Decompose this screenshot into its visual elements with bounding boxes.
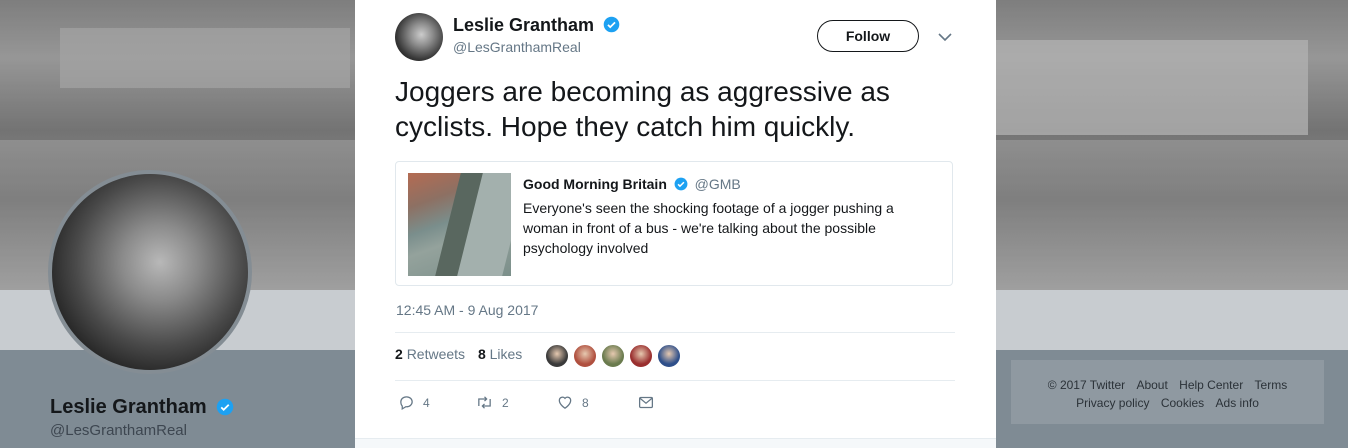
profile-avatar[interactable] xyxy=(48,170,252,374)
footer-link-cookies[interactable]: Cookies xyxy=(1161,396,1204,410)
footer-copyright: © 2017 Twitter xyxy=(1047,378,1126,392)
quoted-tweet-card[interactable]: Good Morning Britain @GMB Everyone's see… xyxy=(395,161,953,286)
retweets-label: Retweets xyxy=(406,346,466,362)
envelope-icon xyxy=(638,396,654,409)
profile-handle[interactable]: @LesGranthamReal xyxy=(50,422,187,439)
liker-avatar[interactable] xyxy=(657,344,681,368)
footer-link-privacy[interactable]: Privacy policy xyxy=(1076,396,1149,410)
footer-panel: © 2017 Twitter About Help Center Terms P… xyxy=(1011,360,1324,424)
author-handle[interactable]: @LesGranthamReal xyxy=(453,39,581,55)
footer-link-ads-info[interactable]: Ads info xyxy=(1216,396,1259,410)
like-count: 8 xyxy=(582,396,589,410)
liker-avatar[interactable] xyxy=(573,344,597,368)
quoted-author: Good Morning Britain @GMB xyxy=(523,176,741,194)
profile-name[interactable]: Leslie Grantham xyxy=(50,396,234,422)
retweets-count: 2 xyxy=(395,346,403,362)
reply-icon xyxy=(400,396,413,411)
footer-link-about[interactable]: About xyxy=(1136,378,1167,392)
liker-avatar[interactable] xyxy=(629,344,653,368)
likes-stat[interactable]: 8 Likes xyxy=(478,346,522,362)
chevron-down-icon[interactable] xyxy=(935,27,955,47)
likes-label: Likes xyxy=(489,346,523,362)
retweet-button[interactable]: 2 xyxy=(475,394,509,414)
reply-button[interactable]: 4 xyxy=(398,394,430,414)
author-avatar[interactable] xyxy=(395,13,443,61)
footer-links: © 2017 Twitter About Help Center Terms P… xyxy=(1011,376,1324,412)
tweet-text: Joggers are becoming as aggressive as cy… xyxy=(395,76,890,142)
tweet-timestamp[interactable]: 12:45 AM - 9 Aug 2017 xyxy=(396,302,538,318)
verified-badge-icon xyxy=(216,398,234,422)
tweet-stats: 2 Retweets 8 Likes xyxy=(395,346,531,362)
footer-link-terms[interactable]: Terms xyxy=(1255,378,1288,392)
retweet-icon xyxy=(478,396,491,409)
liker-avatar[interactable] xyxy=(601,344,625,368)
verified-badge-icon xyxy=(674,177,688,194)
quoted-author-handle: @GMB xyxy=(694,176,741,192)
like-button[interactable]: 8 xyxy=(556,394,589,414)
quoted-tweet-thumbnail xyxy=(408,173,511,276)
author-name-text: Leslie Grantham xyxy=(453,15,595,35)
verified-badge-icon xyxy=(603,16,620,38)
divider xyxy=(395,332,955,333)
heart-icon xyxy=(558,396,572,409)
footer-link-help-center[interactable]: Help Center xyxy=(1179,378,1243,392)
follow-button[interactable]: Follow xyxy=(817,20,919,52)
retweet-count: 2 xyxy=(502,396,509,410)
divider xyxy=(395,380,955,381)
quoted-author-name: Good Morning Britain xyxy=(523,176,667,192)
profile-name-text: Leslie Grantham xyxy=(50,396,207,418)
liker-avatar[interactable] xyxy=(545,344,569,368)
retweets-stat[interactable]: 2 Retweets xyxy=(395,346,465,362)
reply-count: 4 xyxy=(423,396,430,410)
tweet-modal: Leslie Grantham @LesGranthamReal Follow … xyxy=(355,0,996,448)
likes-count: 8 xyxy=(477,346,486,362)
quoted-tweet-text: Everyone's seen the shocking footage of … xyxy=(523,200,894,256)
direct-message-button[interactable] xyxy=(637,394,663,414)
likers-avatars xyxy=(545,344,685,368)
author-name[interactable]: Leslie Grantham xyxy=(453,15,620,38)
avatar-image xyxy=(52,174,248,370)
